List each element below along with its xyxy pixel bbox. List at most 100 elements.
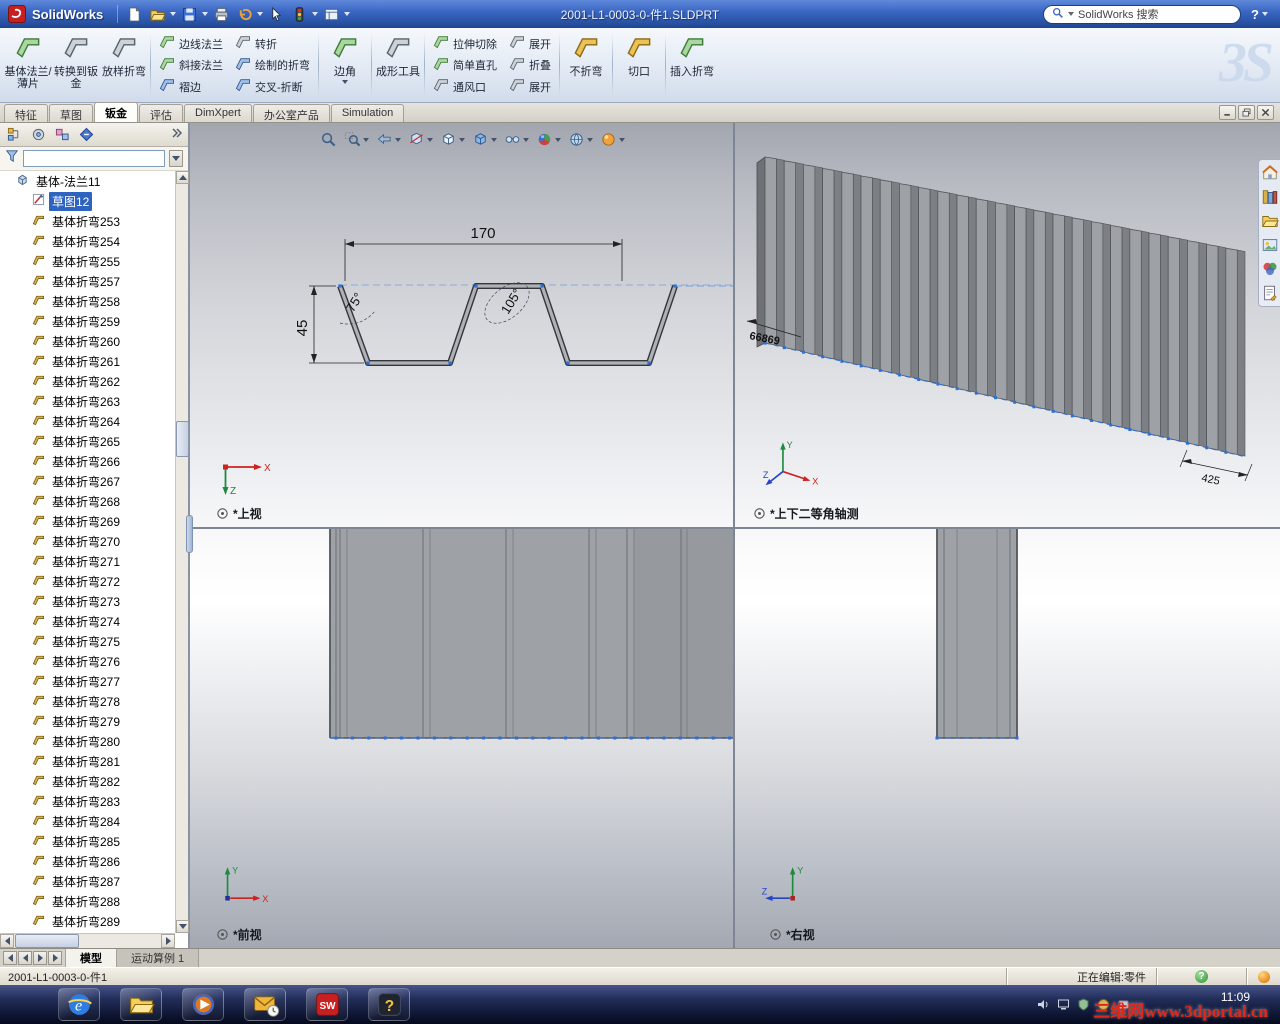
tray-icon[interactable] bbox=[1077, 998, 1090, 1011]
ribbon-button-cross-break[interactable]: 交叉-折断 bbox=[232, 76, 313, 97]
help-button[interactable]: ? bbox=[1251, 7, 1268, 22]
configuration-manager-tab[interactable] bbox=[53, 126, 71, 144]
command-tab[interactable]: 办公室产品 bbox=[252, 104, 330, 122]
last-tab-button[interactable] bbox=[48, 951, 62, 965]
edit-appearance-icon[interactable] bbox=[536, 131, 561, 148]
ribbon-button-flatten[interactable]: 展开 bbox=[506, 76, 554, 97]
command-tab[interactable]: 评估 bbox=[139, 104, 183, 122]
ribbon-button-jog[interactable]: 转折 bbox=[232, 33, 313, 54]
ribbon-button-corner[interactable]: 边角 bbox=[321, 31, 369, 84]
apply-scene-icon[interactable] bbox=[568, 131, 593, 148]
filter-dropdown-button[interactable] bbox=[169, 150, 183, 167]
tree-item[interactable]: 基体折弯284 bbox=[0, 811, 175, 831]
prev-tab-button[interactable] bbox=[18, 951, 32, 965]
ribbon-button-convert-to-sheet-metal[interactable]: 转换到钣金 bbox=[52, 31, 100, 90]
quick-tips-icon[interactable]: ? bbox=[1195, 970, 1208, 983]
command-tab[interactable]: DimXpert bbox=[184, 104, 252, 122]
tree-item[interactable]: 基体折弯283 bbox=[0, 791, 175, 811]
tree-item[interactable]: 基体折弯258 bbox=[0, 291, 175, 311]
select-icon[interactable] bbox=[266, 4, 286, 24]
tree-item[interactable]: 基体折弯289 bbox=[0, 911, 175, 931]
tree-item[interactable]: 基体折弯259 bbox=[0, 311, 175, 331]
tree-item[interactable]: 基体折弯285 bbox=[0, 831, 175, 851]
tree-item[interactable]: 基体折弯288 bbox=[0, 891, 175, 911]
tree-horizontal-scrollbar[interactable] bbox=[0, 933, 175, 948]
tree-item[interactable]: 基体折弯275 bbox=[0, 631, 175, 651]
chevron-down-icon[interactable] bbox=[202, 12, 209, 16]
display-style-icon[interactable] bbox=[472, 131, 497, 148]
document-tab[interactable]: 模型 bbox=[66, 949, 117, 967]
scroll-thumb[interactable] bbox=[176, 421, 189, 457]
ribbon-button-unfold[interactable]: 展开 bbox=[506, 33, 554, 54]
command-tab[interactable]: 特征 bbox=[4, 104, 48, 122]
media-player-icon[interactable] bbox=[182, 988, 224, 1021]
tree-item[interactable]: 基体折弯279 bbox=[0, 711, 175, 731]
panel-splitter-handle[interactable] bbox=[186, 515, 193, 553]
tray-icon[interactable] bbox=[1057, 998, 1070, 1011]
ribbon-button-base-flange[interactable]: 基体法兰/薄片 bbox=[4, 31, 52, 90]
restore-button[interactable] bbox=[1238, 105, 1255, 120]
property-manager-tab[interactable] bbox=[29, 126, 47, 144]
internet-explorer-icon[interactable]: e bbox=[58, 988, 100, 1021]
chevron-down-icon[interactable] bbox=[170, 12, 177, 16]
view-orientation-icon[interactable] bbox=[440, 131, 465, 148]
tree-item[interactable]: 基体折弯281 bbox=[0, 751, 175, 771]
home-icon[interactable] bbox=[1261, 164, 1279, 182]
print-icon[interactable] bbox=[211, 4, 231, 24]
file-explorer-icon[interactable] bbox=[1261, 212, 1279, 230]
outlook-icon[interactable] bbox=[244, 988, 286, 1021]
ribbon-button-fold[interactable]: 折叠 bbox=[506, 55, 554, 76]
tree-item[interactable]: 基体折弯261 bbox=[0, 351, 175, 371]
tree-filter-input[interactable] bbox=[23, 150, 165, 167]
tray-icon[interactable] bbox=[1037, 998, 1050, 1011]
zoom-area-icon[interactable] bbox=[344, 131, 369, 148]
first-tab-button[interactable] bbox=[3, 951, 17, 965]
chevron-right-double-icon[interactable] bbox=[171, 126, 183, 144]
tree-item[interactable]: 基体折弯266 bbox=[0, 451, 175, 471]
undo-icon[interactable] bbox=[234, 4, 254, 24]
tree-item[interactable]: 基体折弯263 bbox=[0, 391, 175, 411]
scroll-left-button[interactable] bbox=[0, 934, 14, 948]
scroll-down-button[interactable] bbox=[176, 920, 189, 933]
tree-item[interactable]: 基体折弯277 bbox=[0, 671, 175, 691]
viewport-front-view[interactable]: YX *前视 bbox=[190, 529, 733, 948]
command-tab[interactable]: Simulation bbox=[330, 104, 405, 122]
chevron-down-icon[interactable] bbox=[312, 12, 319, 16]
search-box[interactable]: SolidWorks 搜索 bbox=[1043, 4, 1242, 24]
tree-item-root[interactable]: 基体-法兰11 bbox=[0, 171, 175, 191]
search-scope-chevron-icon[interactable] bbox=[1068, 12, 1075, 16]
selection-filter-icon[interactable] bbox=[289, 4, 309, 24]
tree-item[interactable]: 基体折弯287 bbox=[0, 871, 175, 891]
help-icon[interactable]: ? bbox=[368, 988, 410, 1021]
view-settings-icon[interactable] bbox=[600, 131, 625, 148]
tree-item[interactable]: 基体折弯268 bbox=[0, 491, 175, 511]
pane-divider-vertical[interactable] bbox=[733, 123, 735, 948]
tree-item[interactable]: 基体折弯262 bbox=[0, 371, 175, 391]
tree-item[interactable]: 基体折弯286 bbox=[0, 851, 175, 871]
ribbon-button-insert-bends[interactable]: 插入折弯 bbox=[668, 31, 716, 78]
solidworks-icon[interactable]: SW bbox=[306, 988, 348, 1021]
tree-item[interactable]: 基体折弯278 bbox=[0, 691, 175, 711]
tree-item[interactable]: 基体折弯269 bbox=[0, 511, 175, 531]
tree-item[interactable]: 基体折弯272 bbox=[0, 571, 175, 591]
scroll-thumb[interactable] bbox=[15, 934, 79, 948]
custom-properties-icon[interactable] bbox=[1261, 284, 1279, 302]
feature-manager-tab[interactable] bbox=[5, 126, 23, 144]
viewport-top-view[interactable]: 170 45 75° 105° XZ *上视 bbox=[190, 123, 733, 527]
next-tab-button[interactable] bbox=[33, 951, 47, 965]
command-tab[interactable]: 钣金 bbox=[94, 102, 138, 122]
open-icon[interactable] bbox=[147, 4, 167, 24]
ribbon-button-simple-hole[interactable]: 简单直孔 bbox=[430, 55, 500, 76]
dimxpert-manager-tab[interactable] bbox=[77, 126, 95, 144]
chevron-down-icon[interactable] bbox=[257, 12, 264, 16]
tree-item[interactable]: 基体折弯253 bbox=[0, 211, 175, 231]
ribbon-button-forming-tool[interactable]: 成形工具 bbox=[374, 31, 422, 78]
ribbon-button-sketched-bend[interactable]: 绘制的折弯 bbox=[232, 55, 313, 76]
tree-item[interactable]: 基体折弯271 bbox=[0, 551, 175, 571]
viewport-isometric-view[interactable]: 66869 425 YXZ *上下二等角轴测 bbox=[735, 123, 1280, 527]
tree-item[interactable]: 基体折弯254 bbox=[0, 231, 175, 251]
tree-item[interactable]: 基体折弯265 bbox=[0, 431, 175, 451]
view-palette-icon[interactable] bbox=[1261, 236, 1279, 254]
tree-item[interactable]: 基体折弯257 bbox=[0, 271, 175, 291]
design-library-icon[interactable] bbox=[1261, 188, 1279, 206]
